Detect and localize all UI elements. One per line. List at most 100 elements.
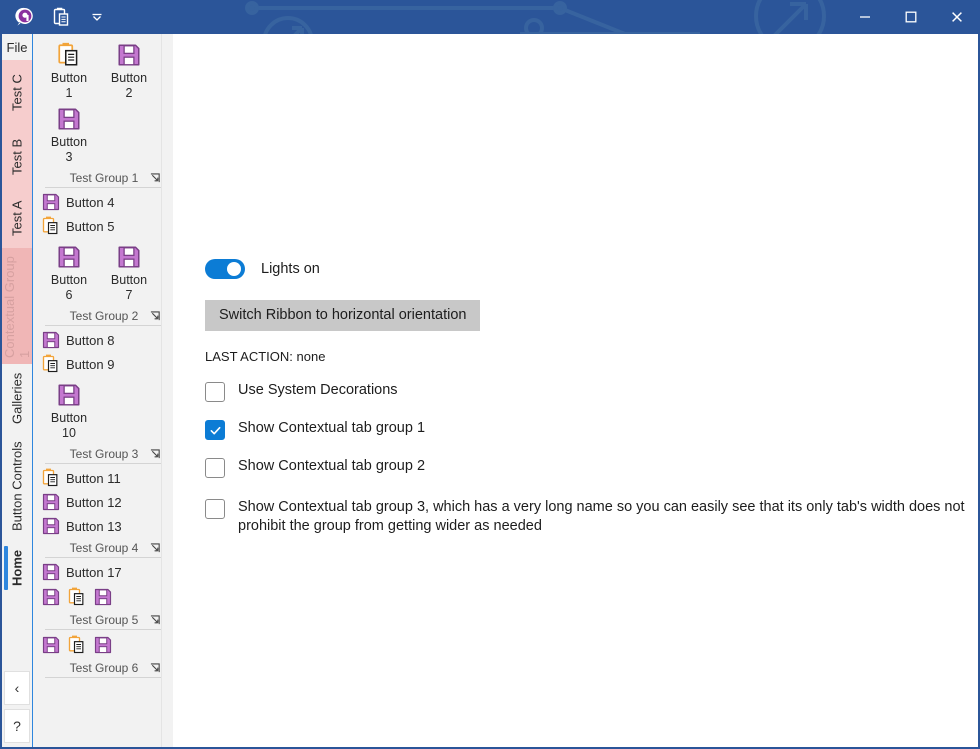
floppy-icon xyxy=(42,588,60,606)
lights-toggle-label: Lights on xyxy=(261,261,320,277)
ribbon-button[interactable]: Button 4 xyxy=(39,190,167,214)
ribbon-button[interactable]: Button 9 xyxy=(39,352,167,376)
ribbon-button[interactable]: Button 5 xyxy=(39,214,167,238)
app-logo-icon[interactable] xyxy=(8,2,42,32)
ribbon-button-label: Button xyxy=(110,71,148,85)
ribbon-icon-button[interactable] xyxy=(67,587,87,607)
maximize-button[interactable] xyxy=(888,0,934,34)
ribbon-button[interactable]: Button 7 xyxy=(99,242,159,306)
ribbon-tab-label: Test B xyxy=(9,138,25,176)
ribbon-button[interactable]: Button 8 xyxy=(39,328,167,352)
floppy-icon xyxy=(94,636,112,654)
dialog-launcher-icon xyxy=(150,662,160,672)
ribbon-button[interactable]: Button 11 xyxy=(39,466,167,490)
ribbon-group-divider xyxy=(45,187,161,188)
checkbox-2[interactable] xyxy=(205,420,225,440)
ribbon-tab-label: Home xyxy=(9,549,25,587)
ribbon-group-title: Test Group 5 xyxy=(69,613,139,627)
ribbon-button-label: Button xyxy=(50,135,88,149)
dialog-launcher-icon xyxy=(150,448,160,458)
floppy-icon xyxy=(42,563,60,581)
lights-toggle[interactable] xyxy=(205,259,245,279)
ribbon-button[interactable]: Button 3 xyxy=(39,104,99,168)
ribbon-groups: Button 1 Button 2 Button 3 Test Group 1 Butt… xyxy=(33,34,173,747)
ribbon-scrollbar[interactable] xyxy=(161,34,173,747)
close-button[interactable] xyxy=(934,0,980,34)
floppy-icon xyxy=(58,384,80,406)
ribbon-icon-button[interactable] xyxy=(41,635,61,655)
ribbon-button-label: Button 8 xyxy=(66,332,115,348)
customize-quick-access-chevron-icon[interactable] xyxy=(80,2,114,32)
ribbon-group-footer: Test Group 5 xyxy=(39,612,167,627)
checkbox-row[interactable]: Show Contextual tab group 2 xyxy=(205,457,968,478)
ribbon-button[interactable]: Button 2 xyxy=(99,40,159,104)
ribbon-button-label-2: 3 xyxy=(65,150,73,164)
ribbon-group: Button 4 Button 5 Button 6 Button 7 Test Gr… xyxy=(33,190,173,326)
ribbon-button-label-2: 1 xyxy=(65,86,73,100)
floppy-icon xyxy=(42,493,60,511)
minimize-button[interactable] xyxy=(842,0,888,34)
ribbon-button[interactable]: Button 1 xyxy=(39,40,99,104)
ribbon-icon-button[interactable] xyxy=(93,635,113,655)
ribbon-big-button-row: Button 6 Button 7 xyxy=(39,238,167,306)
ribbon-tab-label: Contextual Group 1 xyxy=(2,256,32,358)
floppy-icon xyxy=(42,331,60,349)
checkbox-row[interactable]: Use System Decorations xyxy=(205,381,968,402)
clipboard-icon xyxy=(68,635,84,654)
ribbon-button[interactable]: Button 10 xyxy=(39,380,99,444)
ribbon-content-panel: Button 1 Button 2 Button 3 Test Group 1 Butt… xyxy=(32,34,173,747)
ribbon-tabs: Test C Test B Test A Contextual Group 1 Gall… xyxy=(2,60,32,596)
floppy-icon xyxy=(58,246,80,268)
ribbon-button-label: Button xyxy=(50,273,88,287)
ribbon-tab-galleries[interactable]: Galleries xyxy=(2,364,32,432)
ribbon-tab-home[interactable]: Home xyxy=(2,540,32,596)
ribbon-icon-button[interactable] xyxy=(41,587,61,607)
ribbon-button-label: Button 12 xyxy=(66,494,122,510)
ribbon-group-title: Test Group 4 xyxy=(69,541,139,555)
lights-toggle-row: Lights on xyxy=(205,259,968,279)
ribbon-tab-test-a[interactable]: Test A xyxy=(2,188,32,248)
ribbon-button-label: Button 11 xyxy=(66,470,121,486)
ribbon-button[interactable]: Button 6 xyxy=(39,242,99,306)
ribbon-icon-button[interactable] xyxy=(67,635,87,655)
checkbox-4[interactable] xyxy=(205,499,225,519)
checkbox-3[interactable] xyxy=(205,458,225,478)
paste-icon[interactable] xyxy=(44,2,78,32)
collapse-ribbon-button[interactable]: ‹ xyxy=(4,671,30,705)
file-tab[interactable]: File xyxy=(2,34,32,60)
checkbox-row[interactable]: Show Contextual tab group 1 xyxy=(205,419,968,440)
ribbon-button-label: Button 4 xyxy=(66,194,115,210)
floppy-icon xyxy=(42,636,60,654)
floppy-icon xyxy=(118,44,140,66)
checkbox-1[interactable] xyxy=(205,382,225,402)
titlebar-decoration xyxy=(245,0,826,34)
title-bar xyxy=(0,0,980,34)
ribbon-tab-test-c[interactable]: Test C xyxy=(2,60,32,126)
switch-ribbon-orientation-button[interactable]: Switch Ribbon to horizontal orientation xyxy=(205,300,481,331)
ribbon-button-label: Button 13 xyxy=(66,518,122,534)
checkbox-label: Use System Decorations xyxy=(238,382,398,398)
ribbon-tab-button-controls[interactable]: Button Controls xyxy=(2,432,32,540)
ribbon-group-divider xyxy=(45,557,161,558)
ribbon-icon-row xyxy=(39,632,167,658)
ribbon-tab-contextual-group-1[interactable]: Contextual Group 1 xyxy=(2,248,32,364)
floppy-icon xyxy=(94,588,112,606)
checkbox-label: Show Contextual tab group 2 xyxy=(238,458,426,474)
help-button[interactable]: ? xyxy=(4,709,30,743)
application-window: File Test C Test B Test A Contextual Group … xyxy=(0,0,980,749)
ribbon-button-label: Button xyxy=(50,411,88,425)
ribbon-button-label: Button xyxy=(50,71,88,85)
ribbon-button[interactable]: Button 13 xyxy=(39,514,167,538)
main-content-area: Lights on Switch Ribbon to horizontal or… xyxy=(173,34,978,747)
floppy-icon xyxy=(42,517,60,535)
ribbon-footer-buttons: ‹ ? xyxy=(2,671,32,747)
ribbon-big-button-row: Button 10 xyxy=(39,376,167,444)
ribbon-group-divider xyxy=(45,677,161,678)
ribbon-tab-test-b[interactable]: Test B xyxy=(2,126,32,188)
ribbon-group-divider xyxy=(45,325,161,326)
ribbon-tab-label: Galleries xyxy=(9,372,25,424)
ribbon-button[interactable]: Button 12 xyxy=(39,490,167,514)
ribbon-button[interactable]: Button 17 xyxy=(39,560,167,584)
ribbon-icon-button[interactable] xyxy=(93,587,113,607)
checkbox-row[interactable]: Show Contextual tab group 3, which has a… xyxy=(205,498,968,536)
